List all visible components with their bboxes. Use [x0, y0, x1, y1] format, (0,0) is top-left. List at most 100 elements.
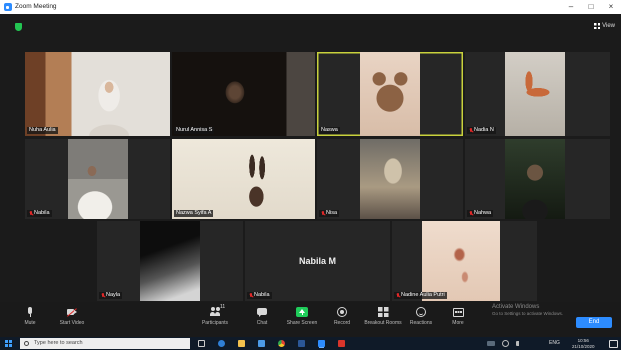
notification-icon[interactable]: [609, 340, 618, 348]
video-feed: [505, 139, 565, 219]
shield-icon[interactable]: [15, 23, 22, 31]
language-indicator[interactable]: ENG: [549, 337, 560, 350]
participants-icon: 11: [209, 304, 225, 317]
battery-icon[interactable]: [487, 341, 495, 346]
more-label: More: [452, 320, 464, 326]
participant-name-tag: Nabila: [27, 210, 52, 217]
view-label: View: [602, 23, 615, 29]
participant-name: Nurul Annisa S: [176, 127, 213, 133]
mic-muted-icon: [469, 211, 473, 216]
taskbar-clock[interactable]: 10:56 21/10/2020: [572, 338, 595, 349]
mic-muted-icon: [469, 128, 473, 133]
mic-muted-icon: [321, 211, 325, 216]
mute-button[interactable]: Mute: [10, 307, 50, 326]
minimize-button[interactable]: –: [564, 0, 578, 14]
participant-tile[interactable]: Nurul Annisa S: [172, 52, 315, 136]
smiley-icon: [415, 307, 427, 317]
participant-name: Nahwa: [474, 210, 492, 216]
participant-tile[interactable]: Nadia N: [465, 52, 610, 136]
participant-name: Naswa: [321, 127, 338, 133]
record-label: Record: [333, 320, 351, 326]
mute-label: Mute: [24, 320, 36, 326]
participant-tile[interactable]: Nahwa: [465, 139, 610, 219]
participant-name: Nayla: [106, 292, 121, 298]
camera-off-icon: [66, 307, 78, 317]
acrobat-icon[interactable]: [338, 340, 345, 347]
participant-name-tag: Nadine Aulia Putri: [394, 292, 447, 299]
participant-name-tag: Nahwa: [467, 210, 494, 217]
participant-name-tag: Naswa: [319, 127, 340, 134]
windows-taskbar: Type here to search ENG 10:56 21/10/2020: [0, 337, 621, 350]
participant-name: Nadine Aulia Putri: [401, 292, 445, 298]
participant-tile[interactable]: Nazwa Syifa A: [172, 139, 315, 219]
participants-label: Participants: [201, 320, 229, 326]
breakout-rooms-button[interactable]: Breakout Rooms: [363, 307, 403, 326]
participant-name: Nuha Aulia: [29, 127, 56, 133]
task-view-icon[interactable]: [198, 340, 205, 347]
more-button[interactable]: More: [438, 307, 478, 326]
chrome-icon[interactable]: [278, 340, 285, 347]
participant-tile[interactable]: Nayla: [97, 221, 243, 301]
end-meeting-button[interactable]: End: [576, 317, 612, 328]
view-button[interactable]: View: [594, 21, 615, 31]
participant-tile[interactable]: Nadine Aulia Putri: [392, 221, 537, 301]
video-feed: [422, 221, 500, 301]
video-feed: [172, 52, 315, 136]
zoom-icon[interactable]: [318, 340, 325, 347]
mic-muted-icon: [396, 293, 400, 298]
more-icon: [452, 307, 464, 317]
start-video-label: Start Video: [59, 320, 85, 326]
close-button[interactable]: ×: [604, 0, 618, 14]
participant-name-tag: Nisa: [319, 210, 340, 217]
participant-name: Nazwa Syifa A: [176, 210, 212, 216]
participant-name-tag: Nadia N: [467, 127, 496, 134]
watermark-subtitle: Go to Settings to activate Windows.: [492, 311, 564, 316]
participant-tile[interactable]: Nisa: [317, 139, 463, 219]
window-title: Zoom Meeting: [15, 3, 57, 10]
maximize-button[interactable]: □: [584, 0, 598, 14]
record-button[interactable]: Record: [322, 307, 362, 326]
reactions-label: Reactions: [409, 320, 433, 326]
chat-button[interactable]: Chat: [242, 307, 282, 326]
video-feed: [505, 52, 565, 136]
microphone-icon: [24, 307, 36, 317]
gallery-grid-icon: [594, 23, 601, 29]
participant-tile[interactable]: Nabila: [25, 139, 170, 219]
network-icon[interactable]: [502, 340, 509, 347]
video-feed: [360, 52, 420, 136]
video-feed: [25, 52, 170, 136]
edge-icon[interactable]: [218, 340, 225, 347]
video-feed: [140, 221, 200, 301]
store-icon[interactable]: [258, 340, 265, 347]
volume-icon[interactable]: [516, 341, 522, 346]
participant-name: Nabila: [254, 292, 270, 298]
mic-muted-icon: [29, 211, 33, 216]
start-video-button[interactable]: Start Video: [52, 307, 92, 326]
active-speaker-tile[interactable]: Naswa: [317, 52, 463, 136]
mic-muted-icon: [101, 293, 105, 298]
reactions-button[interactable]: Reactions: [401, 307, 441, 326]
video-feed: [360, 139, 420, 219]
windows-start-icon[interactable]: [5, 340, 12, 347]
word-icon[interactable]: [298, 340, 305, 347]
participant-name: Nabila: [34, 210, 50, 216]
participant-count: 11: [220, 304, 226, 310]
mic-muted-icon: [249, 293, 253, 298]
participant-tile-no-video[interactable]: Nabila M Nabila: [245, 221, 390, 301]
meeting-toolbar: Mute Start Video 11 Participants Chat Sh…: [0, 302, 621, 337]
participant-name-tag: Nayla: [99, 292, 123, 299]
video-feed: [172, 139, 315, 219]
slash-mark: [67, 307, 77, 317]
participant-display-name: Nabila M: [298, 256, 336, 266]
file-explorer-icon[interactable]: [238, 340, 245, 347]
share-screen-label: Share Screen: [286, 320, 318, 326]
participant-tile[interactable]: Nuha Aulia: [25, 52, 170, 136]
taskbar-search-box[interactable]: Type here to search: [20, 338, 190, 349]
participants-button[interactable]: 11 Participants: [195, 304, 235, 326]
breakout-rooms-label: Breakout Rooms: [364, 320, 402, 326]
breakout-rooms-icon: [377, 307, 389, 317]
chat-bubble-icon: [256, 307, 268, 317]
chat-label: Chat: [256, 320, 268, 326]
clock-date: 21/10/2020: [572, 343, 595, 349]
share-screen-button[interactable]: Share Screen: [282, 307, 322, 326]
